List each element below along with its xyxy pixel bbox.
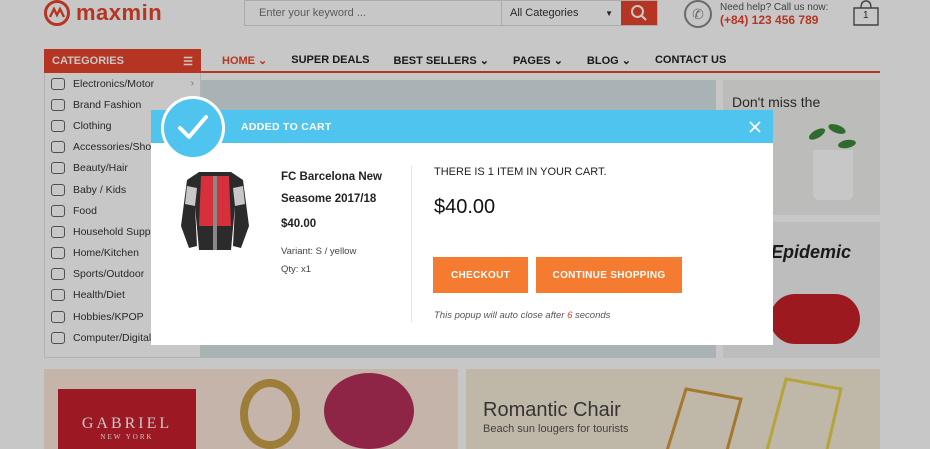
modal-title: ADDED TO CART bbox=[241, 121, 332, 133]
close-icon[interactable] bbox=[747, 119, 763, 135]
product-name[interactable]: FC Barcelona New Seasome 2017/18 bbox=[281, 166, 401, 210]
product-variant: Variant: S / yellow bbox=[281, 246, 357, 257]
checkout-button[interactable]: CHECKOUT bbox=[433, 257, 528, 293]
cart-message: THERE IS 1 ITEM IN YOUR CART. bbox=[434, 166, 607, 178]
modal-header: ADDED TO CART bbox=[151, 96, 773, 160]
continue-shopping-button[interactable]: CONTINUE SHOPPING bbox=[536, 257, 682, 293]
added-to-cart-modal: ADDED TO CART FC Barcelona New Seasome 2… bbox=[151, 96, 773, 345]
divider bbox=[411, 166, 412, 322]
checkmark-icon bbox=[161, 96, 225, 160]
product-image bbox=[177, 166, 253, 252]
autoclose-note: This popup will auto close after 6 secon… bbox=[434, 310, 611, 321]
product-price: $40.00 bbox=[281, 218, 317, 230]
cart-total: $40.00 bbox=[434, 196, 496, 218]
product-qty: Qty: x1 bbox=[281, 264, 312, 275]
